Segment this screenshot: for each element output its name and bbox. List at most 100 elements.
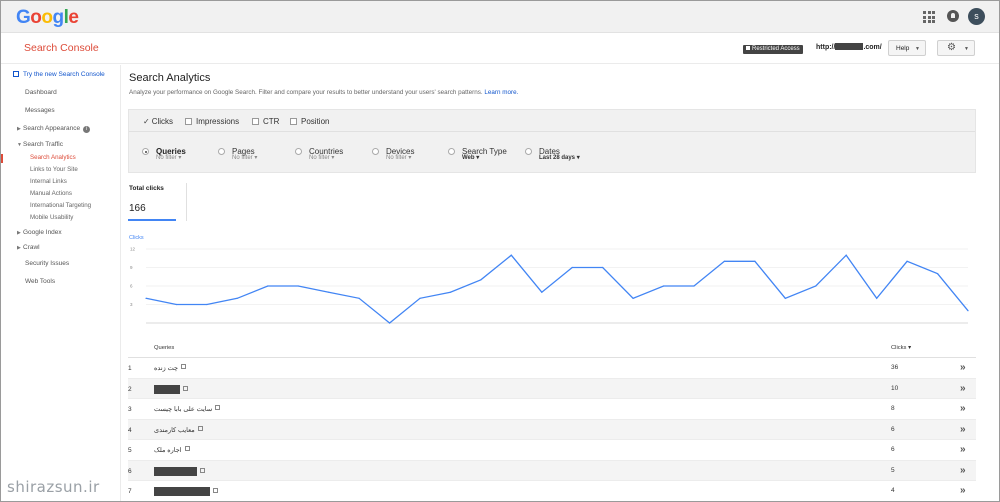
row-details-icon[interactable]: »	[960, 465, 966, 476]
data-point[interactable]	[571, 266, 573, 269]
sidebar-item-internal-links[interactable]: Internal Links	[30, 178, 67, 185]
dimension-filter-dropdown[interactable]: No filter ▾	[156, 154, 181, 161]
checkbox[interactable]	[252, 118, 259, 125]
data-point[interactable]	[419, 297, 421, 299]
try-new-console-link[interactable]: Try the new Search Console	[13, 71, 105, 78]
data-point[interactable]	[358, 297, 360, 299]
data-point[interactable]	[632, 297, 634, 299]
dimension-pages[interactable]: Pages No filter ▾	[218, 141, 257, 161]
data-point[interactable]	[876, 297, 878, 299]
table-row[interactable]: 2 10 »	[128, 378, 976, 399]
checkbox[interactable]	[185, 118, 192, 125]
google-logo[interactable]: Google	[16, 7, 79, 29]
data-point[interactable]	[267, 285, 269, 287]
dimension-filter-dropdown[interactable]: No filter ▾	[309, 154, 334, 161]
radio-selected[interactable]	[142, 148, 149, 155]
data-point[interactable]	[906, 260, 908, 262]
property-selector[interactable]: http:// .com/	[816, 43, 882, 51]
query-cell[interactable]: معایب کارمندی	[154, 425, 203, 434]
metric-ctr[interactable]: CTR	[252, 117, 279, 126]
sidebar-item-web-tools[interactable]: Web Tools	[25, 278, 55, 285]
product-name[interactable]: Search Console	[24, 42, 99, 54]
radio[interactable]	[372, 148, 379, 155]
query-cell[interactable]: چت زنده	[154, 364, 186, 372]
metric-impressions[interactable]: Impressions	[185, 117, 239, 126]
dimension-dates[interactable]: Dates Last 28 days ▾	[525, 141, 580, 161]
external-link-icon[interactable]	[215, 405, 221, 410]
table-row[interactable]: 1 چت زنده 36 »	[128, 358, 976, 379]
dimension-filter-dropdown[interactable]: Last 28 days ▾	[539, 154, 580, 161]
metric-clicks[interactable]: ✓ Clicks	[143, 117, 173, 126]
row-details-icon[interactable]: »	[960, 383, 966, 394]
data-point[interactable]	[845, 254, 847, 256]
sidebar-item-links-to-your-site[interactable]: Links to Your Site	[30, 166, 78, 173]
external-link-icon[interactable]	[200, 467, 205, 473]
data-point[interactable]	[815, 285, 817, 287]
column-header-clicks[interactable]: Clicks ▾	[891, 345, 911, 351]
query-cell[interactable]	[154, 487, 218, 496]
sidebar-item-manual-actions[interactable]: Manual Actions	[30, 190, 72, 197]
notifications-icon[interactable]	[947, 10, 959, 22]
metric-position[interactable]: Position	[290, 117, 329, 126]
data-point[interactable]	[602, 266, 604, 269]
radio[interactable]	[295, 148, 302, 155]
external-link-icon[interactable]	[213, 488, 218, 493]
row-details-icon[interactable]: »	[960, 444, 966, 455]
radio[interactable]	[218, 148, 225, 155]
data-point[interactable]	[206, 303, 208, 306]
sidebar-item-security-issues[interactable]: Security Issues	[25, 260, 69, 267]
data-point[interactable]	[723, 260, 726, 262]
dimension-queries[interactable]: Queries No filter ▾	[142, 141, 186, 161]
dimension-filter-dropdown[interactable]: Web ▾	[462, 154, 479, 161]
data-point[interactable]	[480, 279, 482, 281]
external-link-icon[interactable]	[180, 364, 186, 369]
data-point[interactable]	[663, 285, 665, 287]
series-line-clicks[interactable]	[145, 254, 969, 324]
row-details-icon[interactable]: »	[960, 424, 966, 435]
info-icon[interactable]: i	[83, 126, 91, 133]
data-point[interactable]	[175, 303, 177, 306]
data-point[interactable]	[145, 297, 147, 299]
data-point[interactable]	[297, 285, 299, 287]
sidebar-item-search-analytics[interactable]: Search Analytics	[30, 154, 76, 161]
dimension-countries[interactable]: Countries No filter ▾	[295, 141, 343, 161]
data-point[interactable]	[967, 310, 969, 312]
avatar[interactable]: s	[968, 8, 985, 25]
row-details-icon[interactable]: »	[960, 403, 966, 414]
data-point[interactable]	[541, 291, 543, 293]
checkbox[interactable]	[290, 118, 297, 125]
dimension-devices[interactable]: Devices No filter ▾	[372, 141, 414, 161]
settings-button[interactable]: ⚙ ▼	[937, 40, 975, 56]
table-row[interactable]: 3 سایت علی بابا چیست 8 »	[128, 399, 976, 420]
radio[interactable]	[448, 148, 455, 155]
table-row[interactable]: 6 5 »	[128, 460, 976, 481]
data-point[interactable]	[784, 297, 786, 299]
query-cell[interactable]	[154, 466, 205, 476]
total-clicks-card[interactable]: Total clicks 166	[128, 183, 176, 221]
external-link-icon[interactable]	[183, 385, 188, 391]
sidebar-item-google-index[interactable]: ▶ Google Index	[17, 229, 62, 236]
data-point[interactable]	[510, 254, 512, 256]
data-point[interactable]	[328, 291, 330, 293]
sidebar-item-messages[interactable]: Messages	[25, 107, 55, 114]
sidebar-item-search-traffic[interactable]: ▼Search Traffic	[17, 141, 63, 148]
help-button[interactable]: Help ▼	[888, 40, 926, 56]
query-cell[interactable]: سایت علی بابا چیست	[154, 405, 221, 413]
external-link-icon[interactable]	[197, 425, 203, 431]
table-row[interactable]: 5 اجاره ملک 6 »	[128, 440, 976, 461]
data-point[interactable]	[389, 322, 391, 324]
table-row[interactable]: 7 4 »	[128, 481, 976, 501]
column-header-queries[interactable]: Queries	[154, 345, 174, 351]
row-details-icon[interactable]: »	[960, 362, 966, 373]
data-point[interactable]	[693, 285, 695, 287]
learn-more-link[interactable]: Learn more.	[484, 89, 518, 96]
dimension-filter-dropdown[interactable]: No filter ▾	[386, 154, 411, 161]
query-cell[interactable]: اجاره ملک	[154, 446, 190, 454]
sidebar-item-international-targeting[interactable]: International Targeting	[30, 202, 91, 209]
sidebar-item-search-appearance[interactable]: ▶ Search Appearance i	[17, 125, 91, 133]
sidebar-item-mobile-usability[interactable]: Mobile Usability	[30, 214, 73, 221]
dimension-search-type[interactable]: Search Type Web ▾	[448, 141, 507, 161]
sidebar-item-dashboard[interactable]: Dashboard	[25, 89, 57, 96]
query-cell[interactable]	[154, 384, 188, 394]
data-point[interactable]	[449, 291, 451, 293]
